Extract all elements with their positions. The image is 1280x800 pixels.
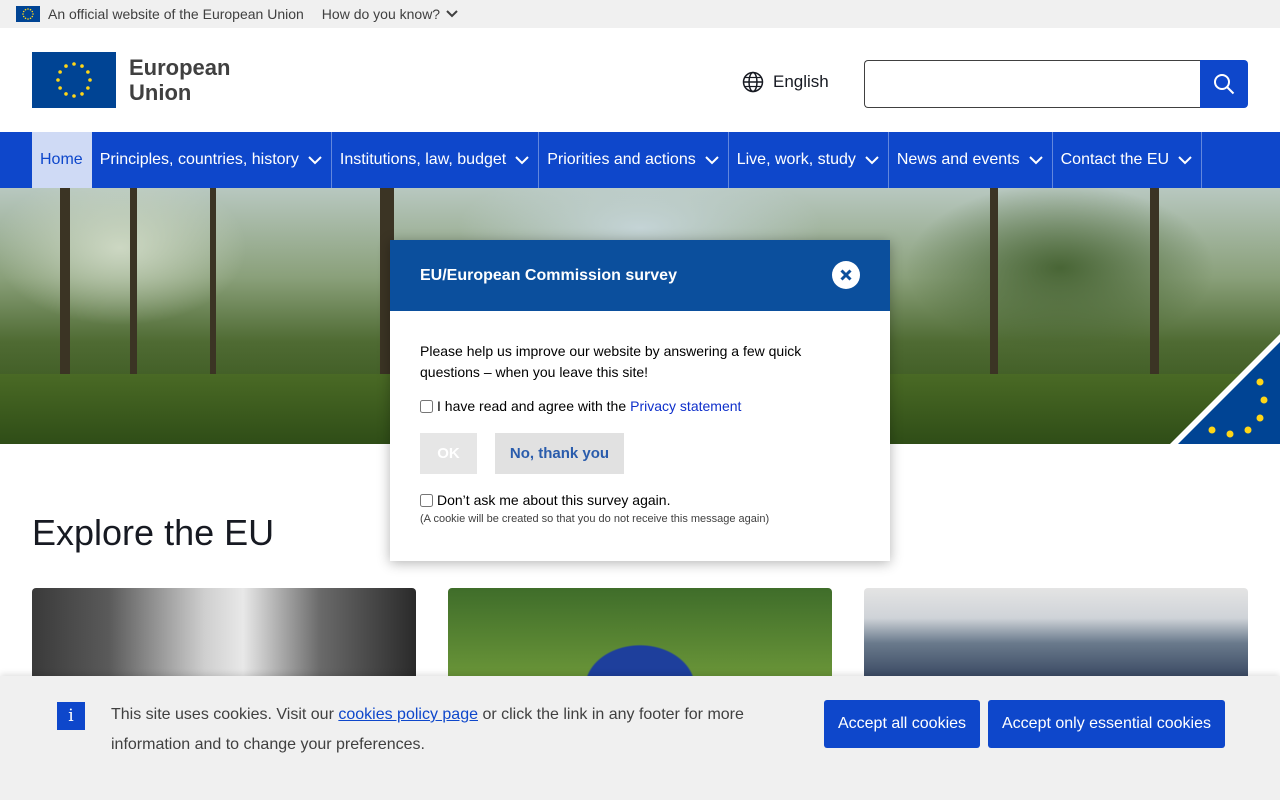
- nav-item-institutions[interactable]: Institutions, law, budget: [332, 132, 540, 188]
- nav-item-label: Principles, countries, history: [99, 151, 299, 168]
- cookie-banner: i This site uses cookies. Visit our cook…: [0, 676, 1280, 800]
- nav-item-label: Contact the EU: [1060, 151, 1170, 168]
- close-button[interactable]: [832, 261, 860, 289]
- tree-trunk: [990, 188, 998, 374]
- language-selector[interactable]: English: [742, 71, 829, 93]
- chevron-down-icon: [1178, 155, 1192, 164]
- nav-item-label: Priorities and actions: [547, 151, 696, 168]
- nav-item-label: News and events: [896, 151, 1020, 168]
- card-image[interactable]: [864, 588, 1248, 688]
- accept-essential-cookies-button[interactable]: Accept only essential cookies: [988, 700, 1225, 748]
- nav-item-label: Institutions, law, budget: [339, 151, 507, 168]
- nav-item-contact[interactable]: Contact the EU: [1053, 132, 1203, 188]
- how-do-you-know-label: How do you know?: [321, 6, 441, 22]
- tree-trunk: [1150, 188, 1159, 374]
- chevron-down-icon: [705, 155, 719, 164]
- privacy-agree-row: I have read and agree with the Privacy s…: [420, 396, 860, 417]
- survey-dialog: EU/European Commission survey Please hel…: [390, 240, 890, 561]
- tree-trunk: [130, 188, 137, 374]
- logo-text: European Union: [129, 55, 230, 105]
- search-button[interactable]: [1200, 60, 1248, 108]
- explore-title: Explore the EU: [32, 512, 275, 553]
- nav-item-priorities[interactable]: Priorities and actions: [539, 132, 729, 188]
- info-icon: i: [57, 702, 85, 730]
- survey-dialog-header: EU/European Commission survey: [390, 240, 890, 311]
- nav-item-news-events[interactable]: News and events: [889, 132, 1053, 188]
- cookies-policy-link[interactable]: cookies policy page: [338, 706, 478, 723]
- globe-icon: [742, 71, 764, 93]
- official-site-text: An official website of the European Unio…: [48, 6, 304, 22]
- privacy-statement-link[interactable]: Privacy statement: [630, 396, 741, 417]
- how-do-you-know-toggle[interactable]: How do you know?: [322, 6, 458, 22]
- card-image[interactable]: [448, 588, 832, 688]
- logo-line-1: European: [129, 55, 231, 80]
- privacy-agree-checkbox[interactable]: [420, 400, 433, 413]
- tree-trunk: [210, 188, 216, 374]
- chevron-down-icon: [308, 155, 322, 164]
- official-site-banner: An official website of the European Unio…: [0, 0, 1280, 28]
- eu-flag-corner-icon: [1170, 334, 1280, 444]
- close-icon: [840, 269, 852, 281]
- nav-item-principles[interactable]: Principles, countries, history: [92, 132, 332, 188]
- chevron-down-icon: [1028, 155, 1043, 164]
- dont-ask-label: Don’t ask me about this survey again.: [437, 492, 671, 508]
- cookie-note: (A cookie will be created so that you do…: [420, 513, 770, 525]
- dont-ask-row: Don’t ask me about this survey again.: [420, 490, 860, 511]
- search-form: [864, 60, 1248, 108]
- chevron-down-icon: [865, 155, 879, 164]
- accept-all-cookies-button[interactable]: Accept all cookies: [824, 700, 980, 748]
- card-image[interactable]: [32, 588, 416, 688]
- nav-item-label: Home: [40, 151, 83, 168]
- search-input[interactable]: [864, 60, 1200, 108]
- chevron-down-icon: [515, 155, 529, 164]
- survey-message: Please help us improve our website by an…: [420, 343, 802, 380]
- eu-logo[interactable]: European Union: [32, 52, 230, 108]
- nav-item-label: Live, work, study: [736, 151, 856, 168]
- cookie-text-before: This site uses cookies. Visit our: [111, 706, 334, 723]
- logo-line-2: Union: [129, 80, 192, 105]
- search-icon: [1214, 74, 1235, 95]
- eu-flag-icon: [16, 6, 40, 22]
- cookie-banner-text: This site uses cookies. Visit our cookie…: [111, 700, 791, 760]
- site-header: European Union English: [0, 28, 1280, 132]
- no-thank-you-button[interactable]: No, thank you: [495, 433, 624, 474]
- survey-dialog-body: Please help us improve our website by an…: [390, 311, 890, 526]
- tree-trunk: [60, 188, 70, 374]
- nav-item-home[interactable]: Home: [32, 132, 92, 188]
- dont-ask-checkbox[interactable]: [420, 494, 433, 507]
- survey-title: EU/European Commission survey: [420, 266, 677, 284]
- ok-button[interactable]: OK: [420, 433, 477, 474]
- chevron-down-icon: [446, 10, 458, 18]
- language-label: English: [773, 72, 829, 91]
- main-navigation: Home Principles, countries, history Inst…: [0, 132, 1280, 188]
- survey-buttons: OK No, thank you: [420, 433, 860, 474]
- privacy-agree-label: I have read and agree with the: [437, 398, 627, 414]
- nav-item-live-work-study[interactable]: Live, work, study: [729, 132, 889, 188]
- eu-flag-icon: [32, 52, 116, 108]
